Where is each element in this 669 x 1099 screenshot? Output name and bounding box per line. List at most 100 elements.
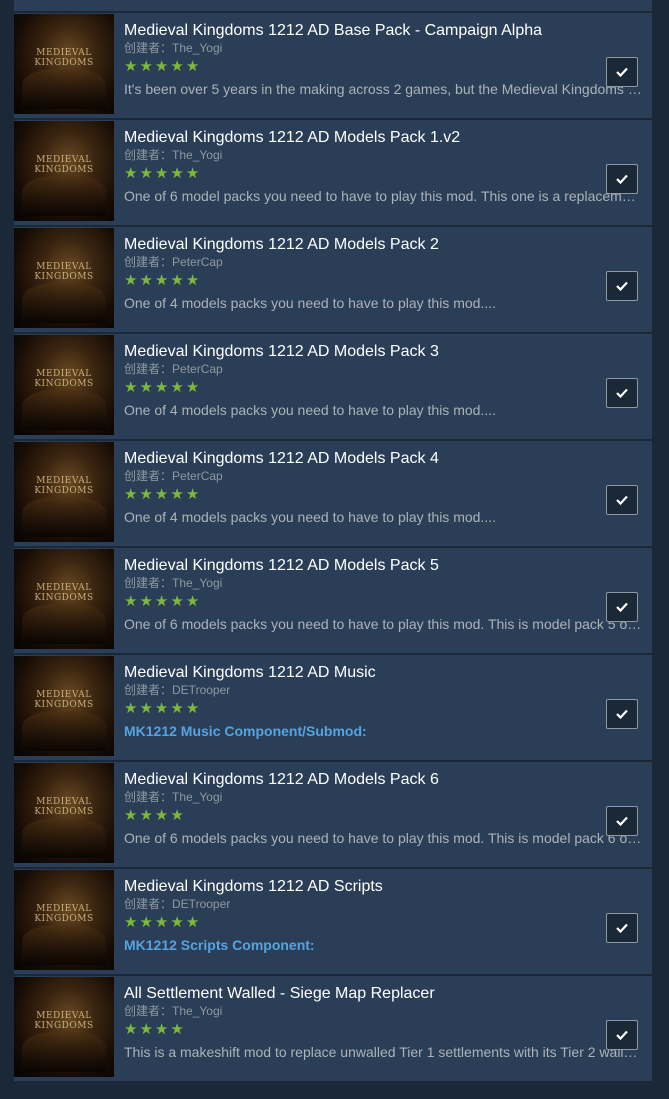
star-icon: ★	[154, 807, 171, 824]
subscribed-checkbox[interactable]	[606, 485, 638, 515]
item-thumbnail[interactable]: MEDIEVAL KINGDOMS	[14, 870, 114, 970]
workshop-item[interactable]: MEDIEVAL KINGDOMS All Settlement Walled -…	[14, 976, 652, 1081]
thumbnail-logo: MEDIEVAL KINGDOMS	[34, 369, 94, 389]
star-icon: ★	[154, 1021, 171, 1038]
item-author-line: 创建者：PeterCap	[124, 255, 636, 270]
item-info: Medieval Kingdoms 1212 AD Models Pack 2 …	[124, 235, 636, 312]
star-icon: ★	[185, 1021, 202, 1038]
star-icon: ★	[185, 807, 202, 824]
rating-stars: ★★★★★	[124, 379, 636, 397]
item-info: Medieval Kingdoms 1212 AD Scripts 创建者：DE…	[124, 877, 636, 954]
item-author-line: 创建者：The_Yogi	[124, 790, 636, 805]
author-name[interactable]: PeterCap	[172, 469, 223, 483]
author-name[interactable]: PeterCap	[172, 255, 223, 269]
author-name[interactable]: PeterCap	[172, 362, 223, 376]
author-name[interactable]: The_Yogi	[172, 790, 222, 804]
item-thumbnail[interactable]: MEDIEVAL KINGDOMS	[14, 14, 114, 114]
item-title[interactable]: Medieval Kingdoms 1212 AD Base Pack - Ca…	[124, 21, 636, 41]
star-icon: ★	[185, 700, 202, 717]
item-title[interactable]: Medieval Kingdoms 1212 AD Models Pack 3	[124, 342, 636, 362]
item-title[interactable]: Medieval Kingdoms 1212 AD Models Pack 5	[124, 556, 636, 576]
author-name[interactable]: The_Yogi	[172, 1004, 222, 1018]
item-author-line: 创建者：The_Yogi	[124, 148, 636, 163]
rating-stars: ★★★★★	[124, 700, 636, 718]
item-info: Medieval Kingdoms 1212 AD Models Pack 3 …	[124, 342, 636, 419]
item-thumbnail[interactable]: MEDIEVAL KINGDOMS	[14, 335, 114, 435]
star-icon: ★	[139, 700, 155, 717]
item-description: One of 4 models packs you need to have t…	[124, 509, 496, 525]
item-thumbnail[interactable]: MEDIEVAL KINGDOMS	[14, 442, 114, 542]
checkmark-icon	[616, 923, 628, 933]
rating-stars: ★★★★★	[124, 1021, 636, 1039]
item-thumbnail[interactable]: MEDIEVAL KINGDOMS	[14, 656, 114, 756]
author-prefix: 创建者：	[124, 362, 173, 376]
star-icon: ★	[185, 272, 202, 289]
item-author-line: 创建者：DETrooper	[124, 897, 636, 912]
workshop-item[interactable]: MEDIEVAL KINGDOMS Medieval Kingdoms 1212 …	[14, 334, 652, 439]
author-name[interactable]: DETrooper	[172, 683, 230, 697]
star-icon: ★	[139, 807, 155, 824]
star-icon: ★	[139, 914, 155, 931]
subscribed-checkbox[interactable]	[606, 699, 638, 729]
star-icon: ★	[170, 486, 186, 503]
author-name[interactable]: The_Yogi	[172, 41, 222, 55]
item-thumbnail[interactable]: MEDIEVAL KINGDOMS	[14, 977, 114, 1077]
author-name[interactable]: DETrooper	[172, 897, 230, 911]
workshop-item[interactable]: MEDIEVAL KINGDOMS Medieval Kingdoms 1212 …	[14, 869, 652, 974]
item-thumbnail[interactable]: MEDIEVAL KINGDOMS	[14, 228, 114, 328]
star-icon: ★	[170, 1021, 186, 1038]
subscribed-checkbox[interactable]	[606, 1020, 638, 1050]
item-thumbnail[interactable]: MEDIEVAL KINGDOMS	[14, 549, 114, 649]
subscribed-checkbox[interactable]	[606, 57, 638, 87]
subscribed-checkbox[interactable]	[606, 592, 638, 622]
rating-stars: ★★★★★	[124, 486, 636, 504]
item-title[interactable]: Medieval Kingdoms 1212 AD Models Pack 6	[124, 770, 636, 790]
item-info: Medieval Kingdoms 1212 AD Base Pack - Ca…	[124, 21, 642, 98]
item-author-line: 创建者：The_Yogi	[124, 1004, 636, 1019]
author-name[interactable]: The_Yogi	[172, 148, 222, 162]
item-info: Medieval Kingdoms 1212 AD Models Pack 5 …	[124, 556, 641, 633]
author-name[interactable]: The_Yogi	[172, 576, 222, 590]
author-prefix: 创建者：	[124, 576, 173, 590]
thumbnail-logo: MEDIEVAL KINGDOMS	[34, 690, 94, 710]
item-title[interactable]: All Settlement Walled - Siege Map Replac…	[124, 984, 636, 1004]
rating-stars: ★★★★★	[124, 914, 636, 932]
item-title[interactable]: Medieval Kingdoms 1212 AD Music	[124, 663, 636, 683]
workshop-item[interactable]: MEDIEVAL KINGDOMS Medieval Kingdoms 1212 …	[14, 441, 652, 546]
item-title[interactable]: Medieval Kingdoms 1212 AD Models Pack 4	[124, 449, 636, 469]
checkmark-icon	[616, 388, 628, 398]
star-icon: ★	[185, 165, 202, 182]
star-icon: ★	[124, 165, 140, 182]
star-icon: ★	[154, 165, 171, 182]
rating-stars: ★★★★★	[124, 165, 636, 183]
star-icon: ★	[185, 379, 202, 396]
subscribed-checkbox[interactable]	[606, 378, 638, 408]
workshop-item-list: MEDIEVAL KINGDOMS Medieval Kingdoms 1212 …	[14, 0, 652, 1081]
star-icon: ★	[170, 914, 186, 931]
item-thumbnail[interactable]: MEDIEVAL KINGDOMS	[14, 763, 114, 863]
item-thumbnail[interactable]: MEDIEVAL KINGDOMS	[14, 121, 114, 221]
workshop-item[interactable]: MEDIEVAL KINGDOMS Medieval Kingdoms 1212 …	[14, 227, 652, 332]
subscribed-checkbox[interactable]	[606, 271, 638, 301]
item-description: One of 6 model packs you need to have to…	[124, 188, 636, 204]
workshop-item[interactable]: MEDIEVAL KINGDOMS Medieval Kingdoms 1212 …	[14, 548, 652, 653]
workshop-item[interactable]: MEDIEVAL KINGDOMS Medieval Kingdoms 1212 …	[14, 655, 652, 760]
subscribed-checkbox[interactable]	[606, 164, 638, 194]
workshop-item[interactable]: MEDIEVAL KINGDOMS Medieval Kingdoms 1212 …	[14, 120, 652, 225]
star-icon: ★	[154, 700, 171, 717]
checkmark-icon	[616, 709, 628, 719]
subscribed-checkbox[interactable]	[606, 913, 638, 943]
checkmark-icon	[616, 281, 628, 291]
item-title[interactable]: Medieval Kingdoms 1212 AD Models Pack 2	[124, 235, 636, 255]
checkmark-icon	[616, 816, 628, 826]
workshop-item[interactable]: MEDIEVAL KINGDOMS Medieval Kingdoms 1212 …	[14, 762, 652, 867]
item-title[interactable]: Medieval Kingdoms 1212 AD Scripts	[124, 877, 636, 897]
subscribed-checkbox[interactable]	[606, 806, 638, 836]
item-title[interactable]: Medieval Kingdoms 1212 AD Models Pack 1.…	[124, 128, 636, 148]
workshop-item[interactable]: MEDIEVAL KINGDOMS Medieval Kingdoms 1212 …	[14, 13, 652, 118]
thumbnail-logo: MEDIEVAL KINGDOMS	[34, 583, 94, 603]
author-prefix: 创建者：	[124, 148, 173, 162]
author-prefix: 创建者：	[124, 41, 173, 55]
item-description: One of 4 models packs you need to have t…	[124, 402, 496, 418]
star-icon: ★	[154, 379, 171, 396]
